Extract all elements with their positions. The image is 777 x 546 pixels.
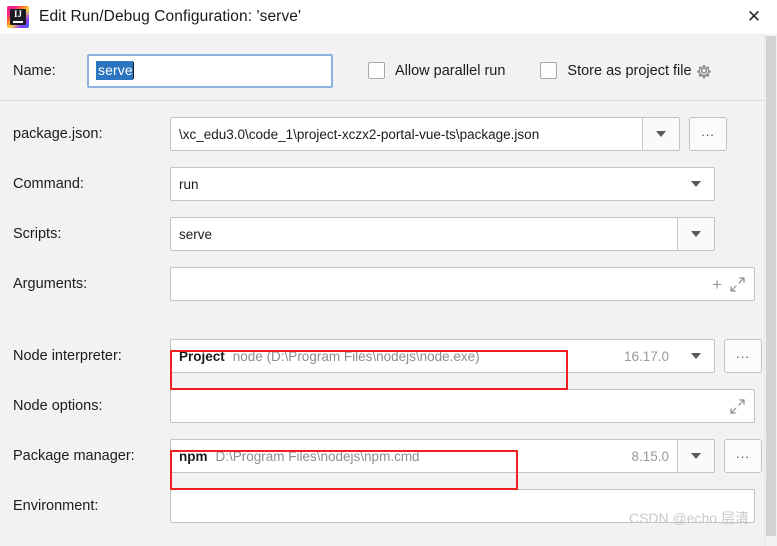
package-json-browse-button[interactable]: ... <box>689 117 727 151</box>
name-input[interactable]: serve <box>87 53 333 88</box>
scripts-select[interactable]: serve <box>170 217 715 251</box>
row-node-interpreter: Node interpreter: Project node (D:\Progr… <box>0 331 777 381</box>
text-caret <box>132 62 135 79</box>
package-manager-dropdown[interactable] <box>677 440 714 472</box>
expand-icon[interactable] <box>730 398 754 414</box>
node-options-label: Node options: <box>13 398 103 414</box>
node-interpreter-browse-button[interactable]: ... <box>724 339 762 373</box>
package-manager-browse-button[interactable]: ... <box>724 439 762 473</box>
name-label: Name: <box>13 62 56 79</box>
command-value: run <box>179 176 199 192</box>
window-title: Edit Run/Debug Configuration: 'serve' <box>39 8 302 25</box>
command-select[interactable]: run <box>170 167 715 201</box>
package-manager-label: Package manager: <box>13 448 135 464</box>
scrollbar-thumb[interactable] <box>766 36 776 536</box>
expand-icon[interactable] <box>730 276 754 292</box>
package-json-input[interactable]: \xc_edu3.0\code_1\project-xczx2-portal-v… <box>170 117 680 151</box>
environment-label: Environment: <box>13 498 99 514</box>
package-json-value: \xc_edu3.0\code_1\project-xczx2-portal-v… <box>179 126 540 142</box>
gear-icon[interactable] <box>694 61 714 81</box>
package-manager-version: 8.15.0 <box>631 448 669 464</box>
node-interpreter-select[interactable]: Project node (D:\Program Files\nodejs\no… <box>170 339 715 373</box>
row-scripts: Scripts: serve <box>0 209 777 259</box>
checkbox-label: Store as project file <box>567 62 692 79</box>
dialog-body: Name: serve Allow parallel run Store as … <box>0 34 777 546</box>
title-bar: IJ Edit Run/Debug Configuration: 'serve'… <box>0 0 777 34</box>
node-interpreter-dropdown-icon[interactable] <box>677 353 714 359</box>
arguments-input[interactable]: + <box>170 267 755 301</box>
node-interpreter-value: node (D:\Program Files\nodejs\node.exe) <box>232 348 480 364</box>
package-manager-select[interactable]: npm D:\Program Files\nodejs\npm.cmd 8.15… <box>170 439 715 473</box>
name-input-value: serve <box>96 61 133 80</box>
command-dropdown-icon[interactable] <box>677 181 714 187</box>
checkbox-label: Allow parallel run <box>395 62 506 79</box>
command-label: Command: <box>13 176 84 192</box>
vertical-scrollbar[interactable] <box>764 34 777 546</box>
node-options-input[interactable] <box>170 389 755 423</box>
row-package-json: package.json: \xc_edu3.0\code_1\project-… <box>0 109 777 159</box>
scripts-dropdown[interactable] <box>677 218 714 250</box>
name-row-options: Allow parallel run Store as project file <box>368 61 714 81</box>
checkbox-store-as-project-file[interactable]: Store as project file <box>540 61 713 81</box>
scripts-value: serve <box>179 226 213 242</box>
node-interpreter-scope: Project <box>179 348 225 364</box>
row-node-options: Node options: <box>0 381 777 431</box>
add-icon[interactable]: + <box>712 276 730 293</box>
row-package-manager: Package manager: npm D:\Program Files\no… <box>0 431 777 481</box>
section-divider <box>0 100 777 101</box>
close-icon[interactable]: ✕ <box>743 6 765 28</box>
package-json-label: package.json: <box>13 126 103 142</box>
checkbox-box <box>368 62 385 79</box>
node-interpreter-version: 16.17.0 <box>623 348 669 364</box>
intellij-idea-icon: IJ <box>7 6 29 28</box>
watermark: CSDN @echo 层清 <box>628 510 749 526</box>
node-interpreter-label: Node interpreter: <box>13 348 122 364</box>
configuration-form: package.json: \xc_edu3.0\code_1\project-… <box>0 109 777 531</box>
package-manager-value: D:\Program Files\nodejs\npm.cmd <box>215 448 420 464</box>
row-command: Command: run <box>0 159 777 209</box>
name-row: Name: serve Allow parallel run Store as … <box>0 34 777 94</box>
scripts-label: Scripts: <box>13 226 62 242</box>
checkbox-allow-parallel-run[interactable]: Allow parallel run <box>368 62 505 79</box>
row-arguments: Arguments: + <box>0 259 777 309</box>
package-manager-scope: npm <box>179 448 208 464</box>
package-json-dropdown[interactable] <box>642 118 679 150</box>
arguments-label: Arguments: <box>13 276 88 292</box>
checkbox-box <box>540 62 558 79</box>
